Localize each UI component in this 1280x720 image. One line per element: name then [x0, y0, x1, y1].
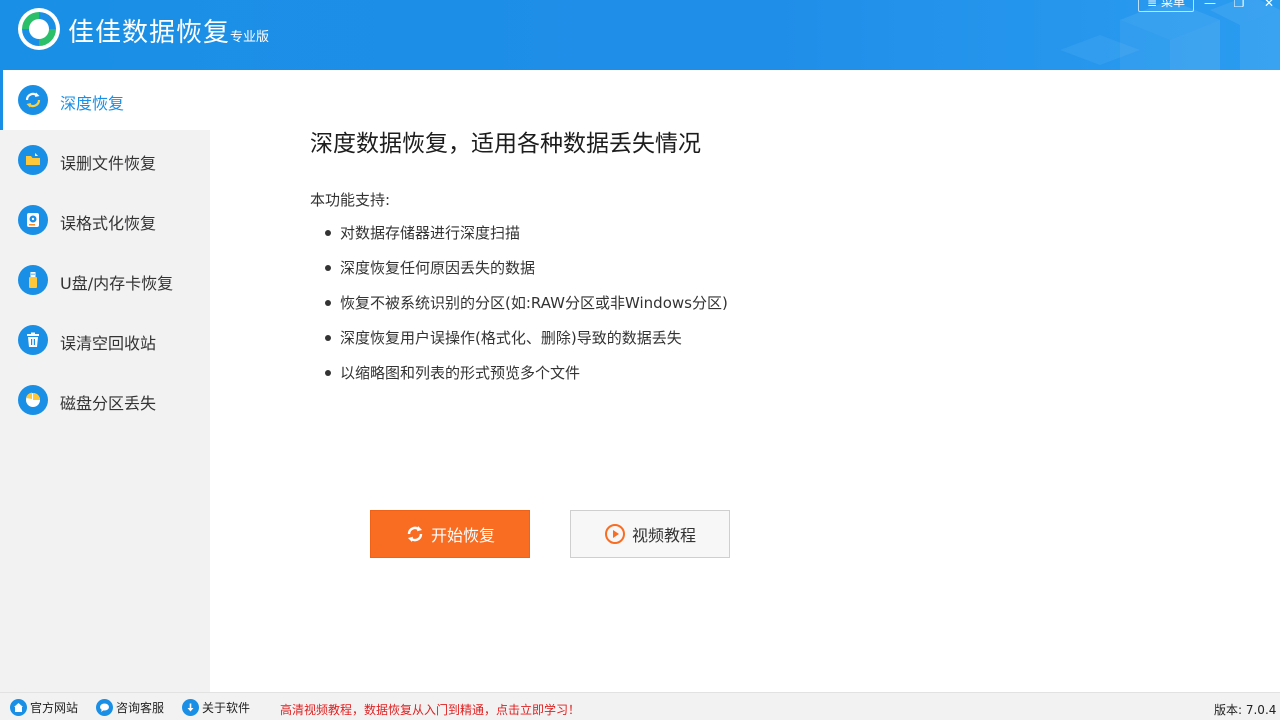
folder-icon: [18, 145, 48, 175]
sidebar-item-label: 误格式化恢复: [60, 214, 157, 233]
bullet-icon: [325, 230, 331, 236]
feature-text: 深度恢复任何原因丢失的数据: [340, 259, 536, 277]
bullet-icon: [325, 370, 331, 376]
app-title: 佳佳数据恢复: [68, 18, 231, 48]
promo-link[interactable]: 高清视频教程，数据恢复从入门到精通，点击立即学习！: [280, 701, 580, 718]
official-website-link[interactable]: 官方网站: [10, 697, 78, 717]
list-item: 深度恢复用户误操作(格式化、删除)导致的数据丢失: [322, 327, 728, 362]
app-edition: 专业版: [230, 30, 270, 45]
list-item: 以缩略图和列表的形式预览多个文件: [322, 362, 728, 397]
refresh-icon: [18, 85, 48, 115]
about-software-link[interactable]: 关于软件: [182, 697, 250, 717]
usb-icon: [18, 265, 48, 295]
sidebar-item-deep-recovery[interactable]: 深度恢复: [0, 70, 210, 130]
video-tutorial-button[interactable]: 视频教程: [570, 510, 730, 558]
feature-list: 对数据存储器进行深度扫描 深度恢复任何原因丢失的数据 恢复不被系统识别的分区(如…: [322, 222, 728, 397]
chat-icon: [96, 698, 113, 716]
official-website-label: 官方网站: [30, 700, 79, 715]
status-bar: 官方网站 咨询客服 关于软件 高清视频教程，数据恢复从入门到精通，点击立即学习！…: [0, 692, 1280, 720]
sidebar-item-format-recovery[interactable]: 误格式化恢复: [0, 190, 210, 250]
about-software-label: 关于软件: [202, 700, 251, 715]
video-tutorial-label: 视频教程: [631, 526, 696, 545]
maximize-button[interactable]: ❐: [1229, 0, 1249, 10]
disk-icon: [18, 205, 48, 235]
customer-service-link[interactable]: 咨询客服: [96, 697, 164, 717]
sidebar-item-label: 误删文件恢复: [60, 154, 157, 173]
menu-button[interactable]: ≡ 菜单: [1138, 0, 1194, 12]
sidebar-item-usb-card[interactable]: U盘/内存卡恢复: [0, 250, 210, 310]
customer-service-label: 咨询客服: [116, 700, 165, 715]
sidebar-item-recycle-bin[interactable]: 误清空回收站: [0, 310, 210, 370]
list-item: 对数据存储器进行深度扫描: [322, 222, 728, 257]
info-icon: [182, 698, 199, 716]
list-item: 恢复不被系统识别的分区(如:RAW分区或非Windows分区): [322, 292, 728, 327]
pie-icon: [18, 385, 48, 415]
feature-text: 以缩略图和列表的形式预览多个文件: [340, 364, 581, 382]
home-icon: [10, 698, 27, 716]
trash-icon: [18, 325, 48, 355]
refresh-icon: [407, 526, 423, 542]
menu-label: 菜单: [1161, 0, 1186, 9]
play-icon: [604, 524, 625, 544]
start-recovery-button[interactable]: 开始恢复: [370, 510, 530, 558]
bullet-icon: [325, 265, 331, 271]
sidebar-item-label: U盘/内存卡恢复: [60, 274, 174, 293]
bullet-icon: [325, 335, 331, 341]
feature-text: 对数据存储器进行深度扫描: [340, 224, 521, 242]
close-button[interactable]: ✕: [1259, 0, 1279, 10]
sidebar: 深度恢复 误删文件恢复 误格式化恢复 U盘/内存卡恢复 误清空回收站 磁盘分区丢…: [0, 70, 210, 692]
start-recovery-label: 开始恢复: [430, 526, 495, 545]
sidebar-item-label: 误清空回收站: [60, 334, 157, 353]
sidebar-item-label: 磁盘分区丢失: [60, 394, 157, 413]
page-title: 深度数据恢复，适用各种数据丢失情况: [310, 131, 701, 157]
version-label: 版本: 7.0.4: [1214, 703, 1277, 717]
sidebar-item-label: 深度恢复: [60, 94, 125, 113]
menu-icon: ≡: [1146, 0, 1158, 10]
minimize-button[interactable]: —: [1200, 0, 1220, 10]
support-label: 本功能支持:: [310, 191, 391, 209]
list-item: 深度恢复任何原因丢失的数据: [322, 257, 728, 292]
header-decoration: [1060, 0, 1280, 70]
feature-text: 恢复不被系统识别的分区(如:RAW分区或非Windows分区): [340, 294, 728, 312]
sidebar-item-partition-lost[interactable]: 磁盘分区丢失: [0, 370, 210, 430]
feature-text: 深度恢复用户误操作(格式化、删除)导致的数据丢失: [340, 329, 682, 347]
title-bar: 佳佳数据恢复 专业版 ≡ 菜单 — ❐ ✕: [0, 0, 1280, 70]
bullet-icon: [325, 300, 331, 306]
sidebar-item-deleted-files[interactable]: 误删文件恢复: [0, 130, 210, 190]
app-logo-icon: [18, 8, 60, 50]
